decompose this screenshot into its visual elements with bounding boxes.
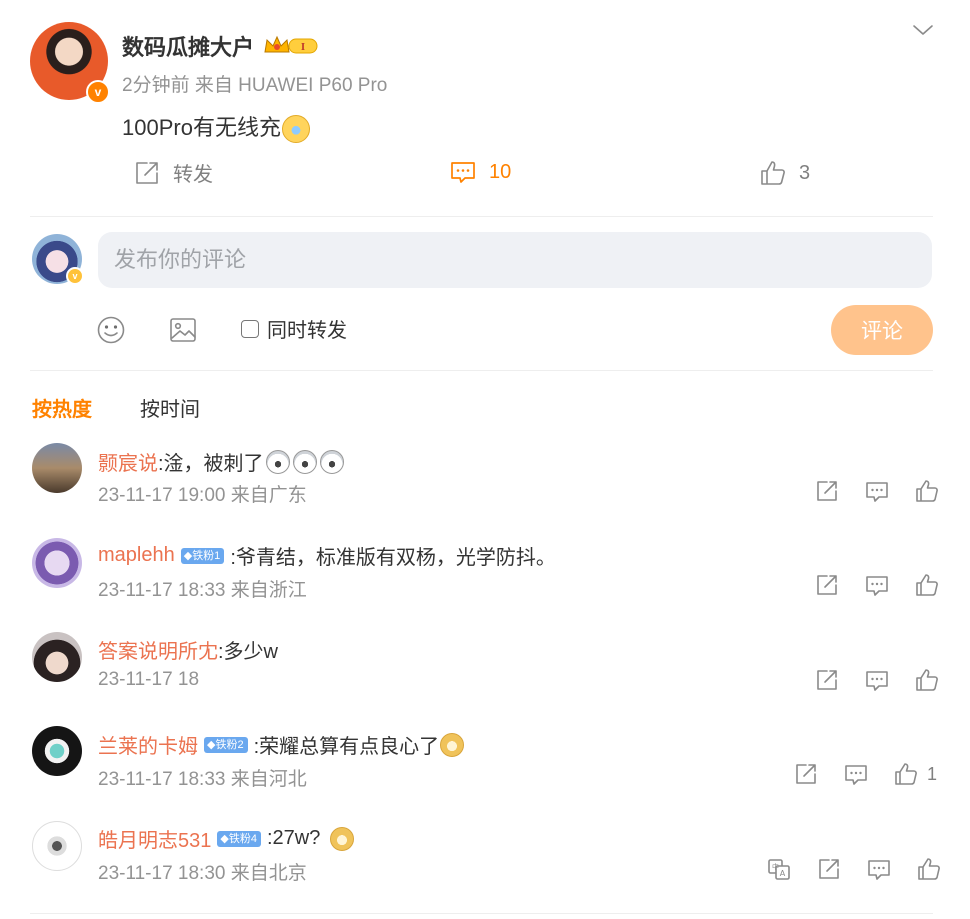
fan-badge-label: 铁粉1 (192, 549, 221, 562)
reply-icon[interactable] (864, 667, 890, 693)
comment-meta: 23-11-17 19:00 来自广东 (98, 485, 307, 506)
fan-badge: ◆铁粉4 (217, 830, 261, 847)
divider (30, 913, 933, 914)
comment-content: maplehh ◆铁粉1 :爷青结，标准版有双杨，光学防抖。 (98, 541, 556, 570)
commenter-avatar[interactable] (32, 632, 82, 682)
reply-icon[interactable] (864, 478, 890, 504)
comment-actions: 中A (766, 856, 942, 882)
repost-label: 转发 (173, 164, 213, 186)
repost-icon[interactable] (814, 667, 840, 693)
reply-icon[interactable] (864, 572, 890, 598)
shocked-emoji-icon (292, 449, 317, 474)
like-icon[interactable] (914, 572, 940, 598)
comment-meta: 23-11-17 18:30 来自北京 (98, 863, 307, 884)
chevron-down-icon[interactable] (910, 20, 936, 40)
fan-badge-label: 铁粉2 (215, 738, 244, 751)
comment-content: 皓月明志531 ◆铁粉4 :27w? (98, 824, 354, 853)
verified-icon: v (86, 80, 110, 104)
like-count: 1 (927, 763, 938, 784)
like-button[interactable]: 1 (893, 761, 937, 787)
doge-emoji-icon (440, 732, 465, 757)
fan-badge: ◆铁粉1 (180, 547, 225, 564)
comment-text: :爷青结，标准版有双杨，光学防抖。 (230, 547, 556, 569)
comment-meta: 23-11-17 18:33 来自浙江 (98, 580, 307, 601)
shocked-emoji-icon (265, 449, 290, 474)
comment-text: :淦，被刺了 (158, 453, 264, 475)
svg-text:A: A (780, 869, 786, 878)
post-text-content: 100Pro有无线充 (122, 115, 281, 140)
like-button[interactable]: 3 (759, 159, 810, 187)
comment-actions: 1 (793, 761, 937, 787)
comment-content: 颢宸说 :淦，被刺了 (98, 447, 344, 476)
doge-emoji-icon (329, 826, 354, 851)
shocked-emoji-icon (319, 449, 344, 474)
comment-input[interactable] (98, 232, 932, 288)
repost-icon[interactable] (816, 856, 842, 882)
commenter-avatar[interactable] (32, 821, 82, 871)
repost-icon[interactable] (814, 478, 840, 504)
repost-icon[interactable] (814, 572, 840, 598)
comment-count: 10 (489, 160, 512, 183)
like-icon (759, 159, 787, 187)
repost-button[interactable]: 转发 (133, 158, 213, 187)
tab-sort-time[interactable]: 按时间 (140, 393, 200, 422)
post-meta: 2分钟前 来自 HUAWEI P60 Pro (122, 75, 388, 96)
like-icon[interactable] (914, 478, 940, 504)
svg-text:I: I (301, 41, 305, 53)
commenter-name[interactable]: maplehh (98, 544, 175, 567)
like-count: 3 (799, 161, 811, 184)
commenter-avatar[interactable] (32, 726, 82, 776)
comment-text: :多少w (218, 641, 278, 663)
checkbox-box[interactable] (241, 319, 259, 338)
submit-comment-button[interactable]: 评论 (831, 305, 933, 355)
image-icon[interactable] (168, 315, 198, 345)
crown-badge-icon[interactable]: I (263, 34, 321, 58)
divider (30, 370, 933, 371)
verified-icon: v (66, 267, 84, 285)
commenter-avatar[interactable] (32, 538, 82, 588)
comment-actions (814, 667, 940, 693)
repost-icon[interactable] (793, 761, 819, 787)
comment-actions (814, 478, 940, 504)
also-repost-checkbox[interactable]: 同时转发 (241, 314, 347, 343)
tab-sort-hot[interactable]: 按热度 (32, 393, 92, 422)
cry-laugh-emoji-icon (281, 115, 310, 144)
emoji-icon[interactable] (96, 315, 126, 345)
comment-actions (814, 572, 940, 598)
comment-text: :荣耀总算有点良心了 (253, 736, 440, 758)
commenter-name[interactable]: 兰莱的卡姆 (98, 730, 198, 759)
reply-icon[interactable] (866, 856, 892, 882)
commenter-avatar[interactable] (32, 443, 82, 493)
commenter-name[interactable]: 答案说明所冘 (98, 635, 218, 664)
commenter-name[interactable]: 皓月明志531 (98, 824, 211, 853)
comment-content: 答案说明所冘 :多少w (98, 635, 278, 664)
repost-icon (133, 159, 161, 187)
commenter-name[interactable]: 颢宸说 (98, 447, 158, 476)
fan-badge-label: 铁粉4 (228, 832, 257, 845)
also-repost-label: 同时转发 (267, 320, 347, 342)
fan-badge: ◆铁粉2 (204, 736, 248, 753)
comment-meta: 23-11-17 18 (98, 669, 200, 690)
divider (30, 216, 933, 217)
svg-text:中: 中 (772, 862, 779, 871)
loading-fade (210, 668, 360, 694)
comment-text: :27w? (266, 827, 326, 849)
comment-icon (449, 158, 477, 186)
like-icon[interactable] (893, 761, 919, 787)
author-name[interactable]: 数码瓜摊大户 (122, 30, 254, 62)
reply-icon[interactable] (843, 761, 869, 787)
comment-button[interactable]: 10 (449, 158, 511, 186)
post-text: 100Pro有无线充 (122, 110, 310, 144)
like-icon[interactable] (914, 667, 940, 693)
translate-icon[interactable]: 中A (766, 856, 792, 882)
comment-meta: 23-11-17 18:33 来自河北 (98, 769, 307, 790)
comment-content: 兰莱的卡姆 ◆铁粉2 :荣耀总算有点良心了 (98, 730, 465, 759)
like-icon[interactable] (916, 856, 942, 882)
